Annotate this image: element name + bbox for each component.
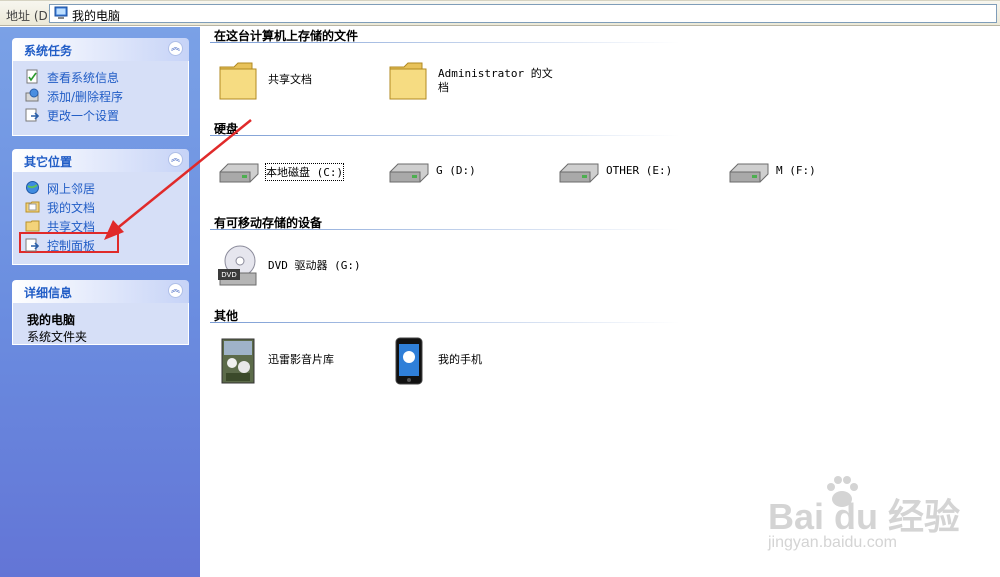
item-dvd-drive[interactable]: DVD DVD 驱动器 (G:) [216, 243, 376, 291]
group-divider [210, 42, 680, 43]
change-setting-icon [25, 108, 40, 122]
task-change-setting[interactable]: 更改一个设置 [13, 105, 188, 124]
svg-text:DVD: DVD [221, 271, 236, 279]
hard-disk-icon [729, 163, 769, 183]
item-my-phone[interactable]: 我的手机 [386, 337, 526, 385]
group-divider [210, 322, 680, 323]
item-drive-d[interactable]: G (D:) [384, 150, 524, 198]
address-input[interactable]: 我的电脑 [49, 4, 997, 23]
task-label: 查看系统信息 [47, 71, 120, 85]
my-documents-icon [25, 201, 40, 213]
item-label: M (F:) [776, 164, 816, 177]
panel-title: 详细信息 [24, 286, 73, 300]
folder-icon [219, 62, 257, 100]
task-add-remove-programs[interactable]: 添加/删除程序 [13, 86, 188, 105]
item-label: OTHER (E:) [606, 164, 673, 177]
collapse-icon[interactable]: ︽ [168, 283, 183, 298]
task-label: 更改一个设置 [47, 109, 120, 123]
my-computer-icon [54, 6, 68, 19]
other-places-body: 网上邻居 我的文档 共享文档 控制面板 [12, 172, 189, 265]
task-pane: 系统任务 ︽ 查看系统信息 添加/删除程序 更改一个设置 其它位置 ︽ 网上邻居… [0, 27, 200, 577]
hard-disk-icon [389, 163, 429, 183]
address-label: 地址 (D) [6, 9, 53, 23]
task-label: 网上邻居 [47, 182, 96, 196]
baidu-jingyan-watermark: Bai du 经验 jingyan.baidu.com [760, 470, 960, 560]
dvd-drive-icon: DVD [218, 245, 257, 286]
address-text: 我的电脑 [72, 9, 121, 23]
hard-disk-icon [559, 163, 599, 183]
item-admin-documents[interactable]: Administrator 的文 档 [386, 57, 553, 105]
task-label: 控制面板 [47, 239, 96, 253]
network-places-icon [26, 181, 39, 194]
item-shared-documents[interactable]: 共享文档 [216, 57, 356, 105]
watermark-url: jingyan.baidu.com [768, 534, 897, 551]
task-label: 我的文档 [47, 201, 96, 215]
other-places-panel: 其它位置 ︽ 网上邻居 我的文档 共享文档 控制面板 [12, 149, 189, 265]
item-label: 迅雷影音片库 [268, 353, 334, 366]
item-xunlei-library[interactable]: 迅雷影音片库 [216, 337, 356, 385]
details-name: 我的电脑 [27, 313, 76, 327]
system-tasks-body: 查看系统信息 添加/删除程序 更改一个设置 [12, 61, 189, 136]
collapse-icon[interactable]: ︽ [168, 152, 183, 167]
item-label: G (D:) [436, 164, 476, 177]
group-divider [210, 135, 680, 136]
item-label-line2: 档 [438, 81, 449, 94]
shared-documents-icon [25, 220, 40, 232]
details-body: 我的电脑 系统文件夹 [12, 303, 189, 345]
panel-title: 其它位置 [24, 155, 73, 169]
item-label: 共享文档 [268, 73, 312, 86]
details-header[interactable]: 详细信息 ︽ [12, 280, 189, 303]
watermark-brand: Bai du 经验 [768, 496, 961, 537]
hard-disk-icon [219, 163, 259, 183]
details-description: 系统文件夹 [27, 330, 88, 344]
place-network-places[interactable]: 网上邻居 [13, 178, 188, 197]
system-info-icon [26, 69, 38, 84]
item-label: DVD 驱动器 (G:) [268, 259, 361, 272]
folder-icon [389, 62, 427, 100]
item-label: 我的手机 [438, 353, 482, 366]
system-tasks-panel: 系统任务 ︽ 查看系统信息 添加/删除程序 更改一个设置 [12, 38, 189, 136]
control-panel-icon [25, 238, 40, 252]
task-view-system-info[interactable]: 查看系统信息 [13, 67, 188, 86]
item-drive-e[interactable]: OTHER (E:) [554, 150, 694, 198]
details-panel: 详细信息 ︽ 我的电脑 系统文件夹 [12, 280, 189, 345]
place-control-panel[interactable]: 控制面板 [13, 232, 188, 254]
address-bar: 地址 (D) 我的电脑 [0, 0, 1000, 26]
collapse-icon[interactable]: ︽ [168, 41, 183, 56]
system-tasks-header[interactable]: 系统任务 ︽ [12, 38, 189, 61]
item-label: 本地磁盘 (C:) [264, 163, 345, 181]
item-drive-c[interactable]: 本地磁盘 (C:) [214, 150, 354, 198]
add-remove-programs-icon [25, 88, 39, 102]
place-my-documents[interactable]: 我的文档 [13, 197, 188, 216]
panel-title: 系统任务 [24, 44, 73, 58]
other-places-header[interactable]: 其它位置 ︽ [12, 149, 189, 172]
item-drive-f[interactable]: M (F:) [724, 150, 864, 198]
group-divider [210, 229, 680, 230]
item-label: Administrator 的文 [438, 67, 553, 80]
phone-icon [395, 337, 423, 385]
task-label: 添加/删除程序 [47, 90, 124, 104]
xunlei-library-icon [221, 338, 255, 384]
